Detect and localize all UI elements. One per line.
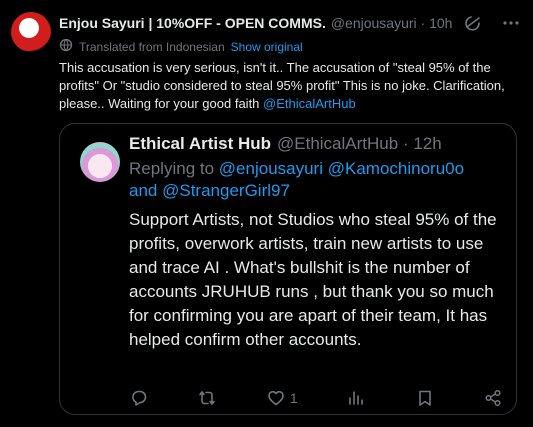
quote-post-time[interactable]: 12h [413, 134, 441, 153]
share-icon [483, 388, 503, 408]
quote-author-handle[interactable]: @EthicalArtHub [277, 134, 398, 153]
like-button[interactable]: 1 [266, 388, 298, 408]
author-avatar[interactable] [11, 12, 51, 52]
replying-to: Replying to @enjousayuri @Kamochinoru0o … [129, 158, 509, 202]
replying-mention[interactable]: @Kamochinoru0o [328, 159, 464, 178]
like-icon [266, 388, 286, 408]
author-handle-time: @enjousayuri · 10h [331, 15, 453, 31]
meta-separator: · [420, 15, 430, 31]
quote-meta-separator: · [402, 134, 414, 153]
views-icon [346, 388, 366, 408]
share-button[interactable] [483, 388, 503, 408]
post-mention-link[interactable]: @EthicalArtHub [263, 96, 356, 111]
repost-button[interactable] [197, 388, 217, 408]
replying-mention[interactable]: @StrangerGirl97 [162, 181, 290, 200]
header-actions [463, 13, 521, 33]
post-time[interactable]: 10h [429, 15, 452, 31]
repost-icon [197, 388, 217, 408]
grok-icon[interactable] [463, 13, 483, 33]
replying-prefix: Replying to [129, 159, 215, 178]
replying-mention[interactable]: @enjousayuri [219, 159, 323, 178]
replying-and-link[interactable]: and [129, 181, 157, 200]
more-icon[interactable] [501, 13, 521, 33]
action-bar: 1 [129, 386, 503, 410]
translation-label: Translated from Indonesian [79, 39, 225, 54]
translation-notice: Translated from Indonesian Show original [59, 38, 303, 55]
quoted-tweet[interactable]: Ethical Artist Hub @EthicalArtHub · 12h … [59, 123, 517, 415]
tweet-header: Enjou Sayuri | 10%OFF - OPEN COMMS. @enj… [59, 13, 533, 33]
quote-author-display-name[interactable]: Ethical Artist Hub [129, 134, 271, 154]
quote-author-avatar[interactable] [80, 142, 120, 182]
bookmark-button[interactable] [415, 388, 435, 408]
views-button[interactable] [346, 388, 366, 408]
reply-icon [129, 388, 149, 408]
reply-button[interactable] [129, 388, 149, 408]
globe-icon [59, 38, 73, 55]
like-count: 1 [289, 390, 298, 406]
quote-body: Support Artists, not Studios who steal 9… [129, 210, 497, 349]
author-display-name[interactable]: Enjou Sayuri | 10%OFF - OPEN COMMS. [59, 15, 326, 31]
bookmark-icon [415, 388, 435, 408]
quote-author-meta: @EthicalArtHub · 12h [277, 134, 442, 154]
show-original-link[interactable]: Show original [231, 40, 303, 54]
quote-header: Ethical Artist Hub @EthicalArtHub · 12h [129, 134, 442, 154]
author-handle[interactable]: @enjousayuri [331, 15, 417, 31]
post-text: This accusation is very serious, isn't i… [59, 59, 525, 113]
